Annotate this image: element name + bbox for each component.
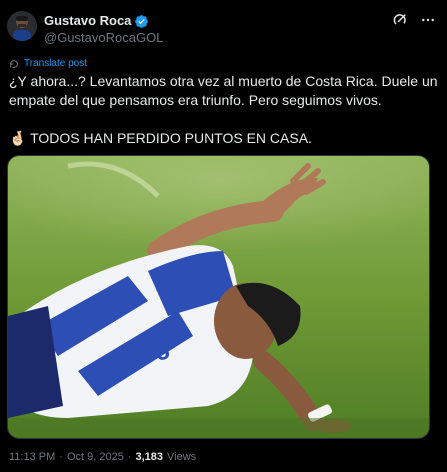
- tweet-text-line2: 🤞🏻 TODOS HAN PERDIDO PUNTOS EN CASA.: [9, 129, 439, 148]
- crossed-fingers-emoji: 🤞🏻: [9, 130, 27, 146]
- verified-badge-icon[interactable]: [134, 14, 149, 29]
- avatar-image: [7, 11, 37, 41]
- tweet-date[interactable]: Oct 9, 2025: [67, 451, 124, 463]
- avatar[interactable]: [7, 11, 37, 41]
- meta-separator: ·: [59, 451, 63, 463]
- tweet-time[interactable]: 11:13 PM: [9, 451, 55, 463]
- tweet-metadata: 11:13 PM · Oct 9, 2025 · 3,183 Views: [9, 451, 196, 463]
- tweet-text-line1: ¿Y ahora...? Levantamos otra vez al muer…: [9, 73, 438, 108]
- more-icon[interactable]: [420, 12, 436, 28]
- tweet-photo[interactable]: 5: [7, 155, 430, 439]
- author-handle[interactable]: @GustavoRocaGOL: [44, 30, 163, 46]
- meta-separator: ·: [127, 451, 132, 463]
- tweet-header: Gustavo Roca @GustavoRocaGOL: [7, 11, 440, 47]
- translate-icon: [10, 59, 18, 68]
- grok-icon[interactable]: [392, 12, 408, 28]
- tweet-text-line2-content: TODOS HAN PERDIDO PUNTOS EN CASA.: [30, 130, 312, 146]
- views-label: Views: [167, 451, 197, 463]
- translate-post-label[interactable]: Translate post: [24, 58, 87, 69]
- photo-image: 5: [8, 156, 429, 438]
- views-count: 3,183: [135, 451, 164, 463]
- tweet-text: ¿Y ahora...? Levantamos otra vez al muer…: [9, 72, 439, 148]
- author-display-name[interactable]: Gustavo Roca: [44, 13, 131, 29]
- translate-post-link[interactable]: Translate post: [9, 58, 87, 69]
